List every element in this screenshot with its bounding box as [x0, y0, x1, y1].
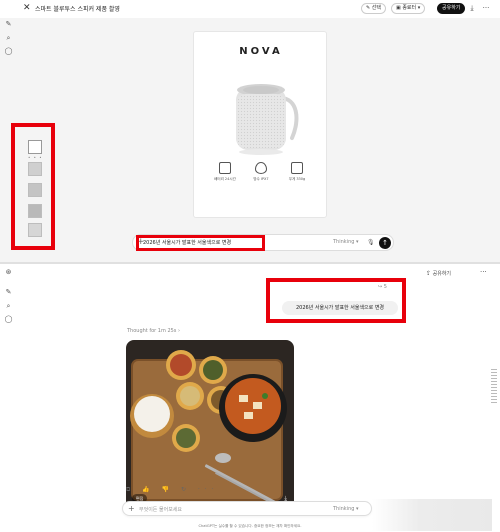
- thumbnail-item[interactable]: [28, 223, 42, 237]
- message-actions[interactable]: ⧉ 👍 👎 ↻ ···: [126, 486, 219, 494]
- thumbnail-item[interactable]: [28, 162, 42, 176]
- download-icon[interactable]: ⤓: [468, 4, 476, 12]
- thumbnail-item[interactable]: [28, 204, 42, 218]
- spec-water: 방수 IPX7: [244, 162, 278, 182]
- select-label: 선택: [371, 5, 381, 11]
- chat-prompt-bar[interactable]: + 무엇이든 물어보세요 Thinking ▾: [122, 501, 372, 516]
- more-icon[interactable]: ···: [482, 4, 490, 12]
- scroll-indicator[interactable]: [491, 369, 497, 405]
- library-icon[interactable]: ◯: [4, 315, 13, 324]
- model-selector[interactable]: Thinking ▾: [333, 506, 359, 512]
- generated-food-image[interactable]: 편집 ⤓: [126, 340, 294, 510]
- library-icon[interactable]: ◯: [4, 47, 13, 56]
- user-message-bubble: 2026년 서울시가 발표한 서울색으로 변경: [282, 301, 398, 315]
- chat-input[interactable]: 무엇이든 물어보세요: [139, 506, 182, 513]
- close-icon[interactable]: ✕: [23, 3, 31, 13]
- chat-share-button[interactable]: ⇪ 공유하기: [426, 270, 451, 277]
- battery-icon: [219, 162, 231, 174]
- thumbnail-item[interactable]: [28, 183, 42, 197]
- model-selector[interactable]: Thinking ▾: [333, 239, 359, 245]
- image-editor-panel: ✕ 스마트 블루투스 스피커 제품 촬영 ✎ 선택 ▣ 종료터 ▾ 공유하기 ⤓…: [0, 0, 500, 262]
- model-label: Thinking: [333, 506, 355, 512]
- microphone-icon[interactable]: 🎙: [367, 239, 375, 246]
- editor-title: 스마트 블루투스 스피커 제품 촬영: [35, 6, 120, 13]
- compare-button[interactable]: ▣ 종료터 ▾: [391, 3, 426, 14]
- compare-label: 종료터: [402, 5, 417, 11]
- spec-label: 방수 IPX7: [253, 177, 269, 181]
- share-button[interactable]: 공유하기: [437, 3, 466, 14]
- spec-weight: 무게 330g: [280, 162, 314, 182]
- new-chat-icon[interactable]: ✎: [4, 20, 13, 29]
- speaker-illustration: [236, 84, 299, 155]
- spec-label: 배터리 24시간: [214, 177, 236, 181]
- user-message-highlight: ↪ 5 2026년 서울시가 발표한 서울색으로 변경: [266, 278, 406, 323]
- thumbnail-dots: • • •: [28, 155, 43, 160]
- share-icon: ⇪: [426, 270, 432, 277]
- thumbnail-current[interactable]: [28, 140, 42, 154]
- model-label: Thinking: [333, 239, 355, 245]
- logo-icon[interactable]: ⊛: [4, 268, 13, 277]
- chat-panel: ⊛ ✎ ⌕ ◯ ⇪ 공유하기 ··· ↪ 5 2026년 서울시가 발표한 서울…: [0, 262, 500, 532]
- retry-icon[interactable]: ↪ 5: [378, 284, 387, 290]
- weight-icon: [291, 162, 303, 174]
- disclaimer-text: ChatGPT는 실수를 할 수 있습니다. 중요한 정보는 재차 확인하세요.: [198, 524, 302, 528]
- brand-logo: NOVA: [239, 46, 283, 57]
- editor-toolbar: ✕ 스마트 블루투스 스피커 제품 촬영 ✎ 선택 ▣ 종료터 ▾ 공유하기 ⤓…: [0, 0, 500, 18]
- plus-icon[interactable]: +: [128, 504, 135, 513]
- send-button[interactable]: ↑: [379, 237, 391, 249]
- thought-duration[interactable]: Thought for 1m 25s ›: [127, 328, 180, 334]
- product-image: NOVA 배터리 24시간 방수 IPX7 무게 330g: [193, 31, 327, 218]
- water-drop-icon: [255, 162, 267, 174]
- prompt-highlight: [136, 235, 265, 251]
- spec-battery: 배터리 24시간: [208, 162, 242, 182]
- search-icon[interactable]: ⌕: [4, 302, 13, 311]
- chat-share-label: 공유하기: [432, 271, 452, 277]
- chat-more-icon[interactable]: ···: [480, 268, 487, 276]
- search-icon[interactable]: ⌕: [4, 34, 13, 43]
- new-chat-icon[interactable]: ✎: [4, 288, 13, 297]
- food-illustration: [126, 340, 294, 510]
- screenshot-frame: ✕ 스마트 블루투스 스피커 제품 촬영 ✎ 선택 ▣ 종료터 ▾ 공유하기 ⤓…: [0, 0, 500, 532]
- select-button[interactable]: ✎ 선택: [361, 3, 386, 14]
- spec-label: 무게 330g: [288, 177, 306, 181]
